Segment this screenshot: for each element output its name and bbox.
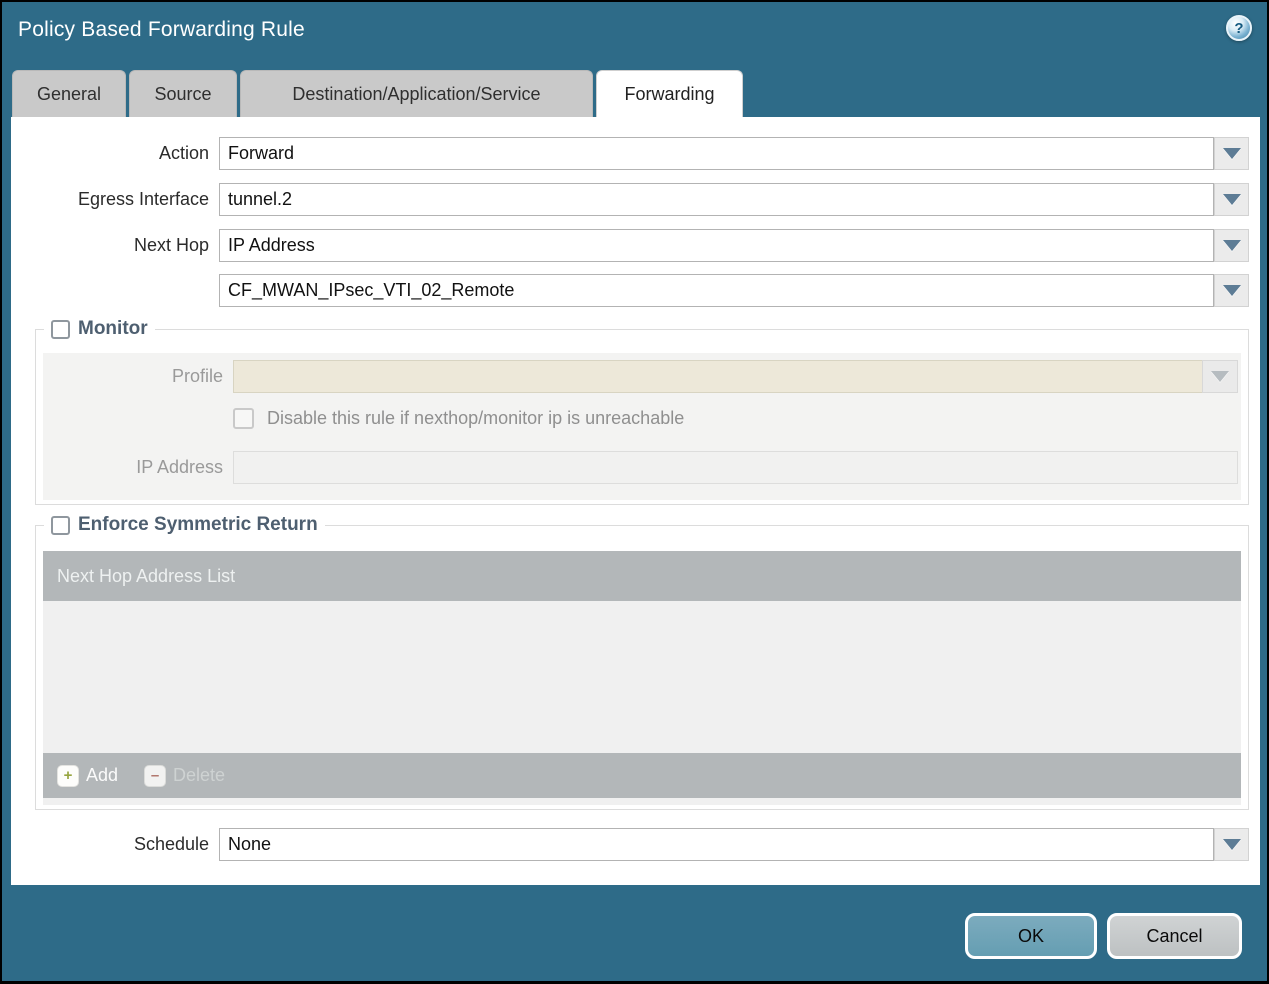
- tab-general[interactable]: General: [12, 70, 126, 117]
- profile-dropdown-button-disabled: [1202, 360, 1238, 393]
- enforce-symmetric-return-checkbox[interactable]: [51, 515, 70, 535]
- next-hop-select[interactable]: IP Address: [219, 229, 1214, 262]
- schedule-select[interactable]: None: [219, 828, 1214, 861]
- policy-based-forwarding-dialog: Policy Based Forwarding Rule ? General S…: [0, 0, 1269, 984]
- monitor-checkbox[interactable]: [51, 319, 70, 339]
- action-dropdown-button[interactable]: [1214, 137, 1249, 170]
- dropdown-arrow-icon: [1222, 240, 1241, 251]
- delete-icon: –: [144, 764, 167, 787]
- schedule-row: Schedule None: [11, 828, 1260, 861]
- dropdown-arrow-icon: [1211, 371, 1229, 382]
- monitor-fieldset: Monitor Profile Disable this rule if nex…: [35, 318, 1249, 505]
- delete-button: – Delete: [144, 764, 226, 787]
- schedule-dropdown-button[interactable]: [1214, 828, 1249, 861]
- disable-rule-checkbox-disabled: [233, 408, 254, 429]
- next-hop-label: Next Hop: [133, 235, 209, 255]
- tab-destination-application-service[interactable]: Destination/Application/Service: [240, 70, 593, 117]
- tab-forwarding[interactable]: Forwarding: [596, 70, 743, 117]
- monitor-panel: Profile Disable this rule if nexthop/mon…: [43, 353, 1241, 500]
- tab-bar: General Source Destination/Application/S…: [12, 70, 743, 117]
- cancel-button[interactable]: Cancel: [1107, 913, 1242, 959]
- add-button[interactable]: + Add: [57, 764, 119, 787]
- monitor-legend: Monitor: [44, 318, 155, 340]
- enforce-symmetric-return-legend: Enforce Symmetric Return: [44, 514, 325, 536]
- tab-das-label: Destination/Application/Service: [292, 83, 541, 104]
- next-hop-address-table: Next Hop Address List + Add – Delete: [43, 551, 1241, 805]
- forwarding-tab-content: Action Forward Egress Interface tunnel.2…: [11, 117, 1260, 885]
- help-icon-glyph: ?: [1234, 19, 1244, 37]
- monitor-ip-address-input-disabled: [233, 451, 1238, 484]
- profile-label: Profile: [171, 366, 223, 386]
- ok-button-label: OK: [1017, 925, 1044, 946]
- enforce-symmetric-return-legend-label: Enforce Symmetric Return: [78, 514, 318, 535]
- egress-interface-row: Egress Interface tunnel.2: [11, 183, 1260, 216]
- action-select[interactable]: Forward: [219, 137, 1214, 170]
- next-hop-address-select[interactable]: CF_MWAN_IPsec_VTI_02_Remote: [219, 274, 1214, 307]
- tab-source-label: Source: [154, 83, 212, 104]
- next-hop-address-list-header-label: Next Hop Address List: [57, 565, 236, 586]
- next-hop-address-dropdown-button[interactable]: [1214, 274, 1249, 307]
- dropdown-arrow-icon: [1222, 839, 1241, 850]
- add-button-label: Add: [86, 765, 119, 785]
- cancel-button-label: Cancel: [1146, 925, 1203, 946]
- dropdown-arrow-icon: [1222, 285, 1241, 296]
- next-hop-address-list-header: Next Hop Address List: [43, 551, 1241, 601]
- dialog-title: Policy Based Forwarding Rule: [18, 18, 305, 41]
- tab-general-label: General: [36, 83, 102, 104]
- tab-source[interactable]: Source: [129, 70, 237, 117]
- monitor-legend-label: Monitor: [78, 318, 148, 339]
- monitor-ip-address-label: IP Address: [136, 457, 223, 477]
- action-row: Action Forward: [11, 137, 1260, 170]
- next-hop-address-list-toolbar: + Add – Delete: [43, 753, 1241, 798]
- next-hop-address-list-bottom-strip: [43, 798, 1241, 805]
- ok-button[interactable]: OK: [965, 913, 1097, 959]
- enforce-symmetric-return-fieldset: Enforce Symmetric Return Next Hop Addres…: [35, 514, 1249, 810]
- profile-select-disabled: [233, 360, 1203, 393]
- next-hop-dropdown-button[interactable]: [1214, 229, 1249, 262]
- help-icon[interactable]: ?: [1226, 15, 1252, 41]
- tab-forwarding-label: Forwarding: [624, 83, 715, 104]
- disable-rule-checkbox-label: Disable this rule if nexthop/monitor ip …: [267, 408, 685, 428]
- next-hop-row: Next Hop IP Address: [11, 229, 1260, 262]
- egress-interface-label: Egress Interface: [77, 189, 209, 209]
- delete-button-label: Delete: [173, 765, 226, 785]
- schedule-label: Schedule: [133, 834, 209, 854]
- next-hop-address-list-body[interactable]: [43, 601, 1241, 753]
- egress-interface-dropdown-button[interactable]: [1214, 183, 1249, 216]
- next-hop-address-row: CF_MWAN_IPsec_VTI_02_Remote: [11, 274, 1260, 307]
- dropdown-arrow-icon: [1222, 194, 1241, 205]
- dropdown-arrow-icon: [1222, 148, 1241, 159]
- action-label: Action: [158, 143, 209, 163]
- egress-interface-select[interactable]: tunnel.2: [219, 183, 1214, 216]
- add-icon: +: [57, 764, 79, 787]
